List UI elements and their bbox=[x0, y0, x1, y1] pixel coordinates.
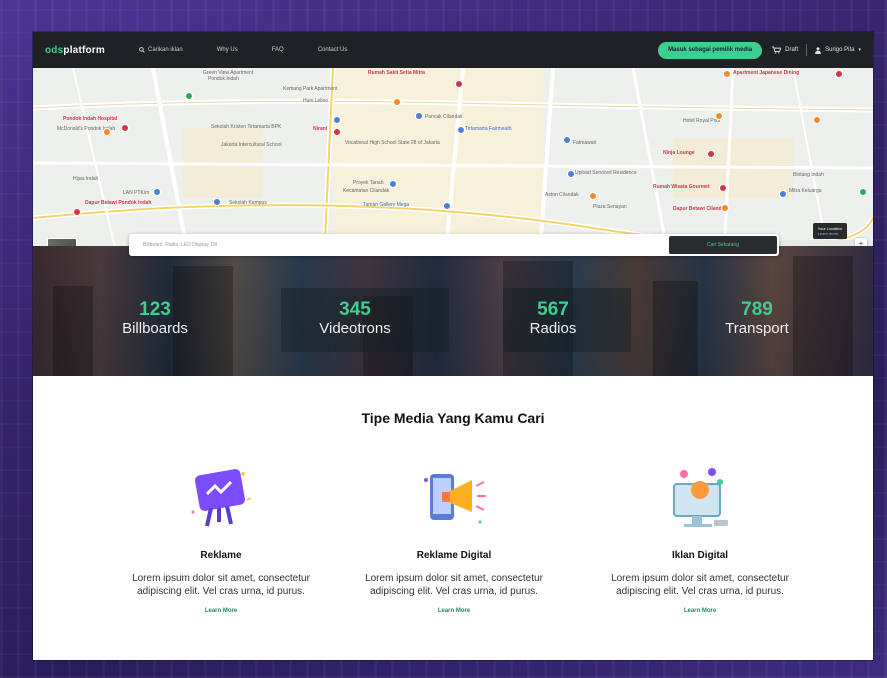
map-label: Proyek Tanah bbox=[353, 180, 384, 186]
user-icon bbox=[815, 46, 822, 54]
map-label: Pondok Indah Hospital bbox=[63, 116, 118, 122]
presentation-board-icon bbox=[181, 460, 261, 540]
media-card-iklan-digital: Iklan Digital Lorem ipsum dolor sit amet… bbox=[585, 460, 815, 617]
map-pin-icon[interactable] bbox=[213, 198, 221, 206]
section-title: Tipe Media Yang Kamu Cari bbox=[361, 410, 545, 426]
nav-item-contact-us[interactable]: Contact Us bbox=[318, 47, 348, 53]
map-pin-icon[interactable] bbox=[443, 202, 451, 210]
nav-item-carikan-iklan[interactable]: Carikan iklan bbox=[139, 47, 183, 53]
map-pin-icon[interactable] bbox=[721, 204, 729, 212]
search-bar: Cari Sekarang bbox=[129, 234, 779, 256]
map-label: Mitra Keluarga bbox=[789, 188, 822, 194]
stat-videotrons: 345 Videotrons bbox=[319, 299, 391, 338]
learn-more-link[interactable]: Learn More bbox=[438, 608, 470, 614]
map-pin-icon[interactable] bbox=[719, 184, 727, 192]
map-pin-icon[interactable] bbox=[73, 208, 81, 216]
map-pin-icon[interactable] bbox=[707, 150, 715, 158]
map-label: Plaza Senayan bbox=[593, 204, 627, 210]
map-pin-icon[interactable] bbox=[563, 136, 571, 144]
your-location-tooltip: Your Location Learn more bbox=[812, 223, 847, 239]
map-pin-icon[interactable] bbox=[723, 70, 731, 78]
map-pin-icon[interactable] bbox=[333, 128, 341, 136]
owner-login-button[interactable]: Masuk sebagai pemilik media bbox=[658, 41, 763, 59]
map-pin-icon[interactable] bbox=[333, 116, 341, 124]
map-label: Taman Gallery Mega bbox=[363, 202, 410, 208]
map-label: Ninja Lounge bbox=[663, 150, 695, 156]
map-pin-icon[interactable] bbox=[859, 188, 867, 196]
map-label: Rumah Sakit Setia Mitra bbox=[368, 70, 425, 76]
card-description: Lorem ipsum dolor sit amet, consectetur … bbox=[365, 573, 543, 597]
map-label: Dapur Betawi Pondok Indah bbox=[85, 200, 152, 206]
map-label: Nirani bbox=[313, 126, 328, 132]
stat-radios: 567 Radios bbox=[529, 299, 577, 338]
hero-building bbox=[53, 286, 93, 376]
nav-divider bbox=[806, 44, 808, 56]
media-card-reklame: Reklame Lorem ipsum dolor sit amet, cons… bbox=[106, 460, 336, 617]
map-pin-icon[interactable] bbox=[455, 80, 463, 88]
map-pin-icon[interactable] bbox=[415, 112, 423, 120]
card-title: Reklame bbox=[200, 550, 242, 561]
map-label: Apartment Japanese Dining bbox=[733, 70, 800, 76]
map-pin-icon[interactable] bbox=[567, 170, 575, 178]
computer-monitor-icon bbox=[660, 460, 740, 540]
map-label: Hijau Indah bbox=[73, 176, 99, 182]
card-title: Reklame Digital bbox=[416, 550, 492, 561]
learn-more-link[interactable]: Learn More bbox=[684, 608, 716, 614]
top-navbar: odsplatform Carikan iklan Why Us FAQ Con… bbox=[33, 32, 873, 68]
map-pin-icon[interactable] bbox=[779, 190, 787, 198]
map-label: Kecamatan Cilandak bbox=[343, 188, 390, 194]
map-label: Kemang Park Apartment bbox=[283, 86, 338, 92]
stat-billboards: 123 Billboards bbox=[122, 299, 188, 338]
draft-button[interactable]: Draft bbox=[772, 46, 798, 54]
card-description: Lorem ipsum dolor sit amet, consectetur … bbox=[132, 573, 310, 597]
map-pin-icon[interactable] bbox=[185, 92, 193, 100]
stat-transport: 789 Transport bbox=[725, 299, 789, 338]
map-label: Aston Cilandak bbox=[545, 192, 579, 198]
map-pin-icon[interactable] bbox=[153, 188, 161, 196]
map-label: Rumah Wisata Gourmet bbox=[653, 184, 710, 190]
browser-viewport: odsplatform Carikan iklan Why Us FAQ Con… bbox=[33, 32, 873, 660]
map-pin-icon[interactable] bbox=[835, 70, 843, 78]
map-label: Bintang Indah bbox=[793, 172, 824, 178]
map-pin-icon[interactable] bbox=[715, 112, 723, 120]
map-pin-icon[interactable] bbox=[589, 192, 597, 200]
map-label: Sekolah Kristen Tirtamarta BPK bbox=[211, 124, 282, 130]
hero-building bbox=[653, 281, 698, 376]
map-label: Puncak Cilandak bbox=[425, 114, 463, 120]
map-label: Vocational High School State 28 of Jakar… bbox=[345, 140, 440, 146]
chevron-down-icon: ▾ bbox=[858, 47, 861, 53]
search-button[interactable]: Cari Sekarang bbox=[669, 236, 777, 254]
map-label: Tirtamarta Fairmeath bbox=[465, 126, 512, 132]
map-pin-icon[interactable] bbox=[121, 124, 129, 132]
map-pin-icon[interactable] bbox=[813, 116, 821, 124]
map-label: Dapur Betawi Cilandak bbox=[673, 206, 728, 212]
card-title: Iklan Digital bbox=[671, 550, 729, 561]
map-label: Pondok Indah bbox=[208, 76, 239, 82]
site-logo[interactable]: odsplatform bbox=[45, 45, 105, 56]
learn-more-link[interactable]: Learn More bbox=[205, 608, 237, 614]
cart-icon bbox=[772, 46, 782, 54]
map-label: Hotel Royal Pool bbox=[683, 118, 721, 124]
megaphone-phone-icon bbox=[414, 460, 494, 540]
search-input[interactable] bbox=[129, 234, 669, 256]
search-icon bbox=[139, 47, 145, 53]
map-label: Fatmawati bbox=[573, 140, 597, 146]
map-pin-icon[interactable] bbox=[393, 98, 401, 106]
card-description: Lorem ipsum dolor sit amet, consectetur … bbox=[611, 573, 789, 597]
map-label: Huni Lelino bbox=[303, 98, 329, 104]
map-pin-icon[interactable] bbox=[103, 128, 111, 136]
map-pin-icon[interactable] bbox=[457, 126, 465, 134]
media-card-reklame-digital: Reklame Digital Lorem ipsum dolor sit am… bbox=[339, 460, 569, 617]
nav-item-faq[interactable]: FAQ bbox=[272, 47, 284, 53]
map-label: Jakarta Intercultural School bbox=[221, 142, 282, 148]
map-label: Sekolah Kampus bbox=[229, 200, 267, 206]
map-pin-icon[interactable] bbox=[389, 180, 397, 188]
map-label: LAN PTKim bbox=[123, 190, 150, 196]
map-label: Upload Serviced Residence bbox=[575, 170, 637, 176]
user-menu[interactable]: Surigo Pita ▾ bbox=[815, 46, 861, 54]
nav-item-why-us[interactable]: Why Us bbox=[217, 47, 238, 53]
